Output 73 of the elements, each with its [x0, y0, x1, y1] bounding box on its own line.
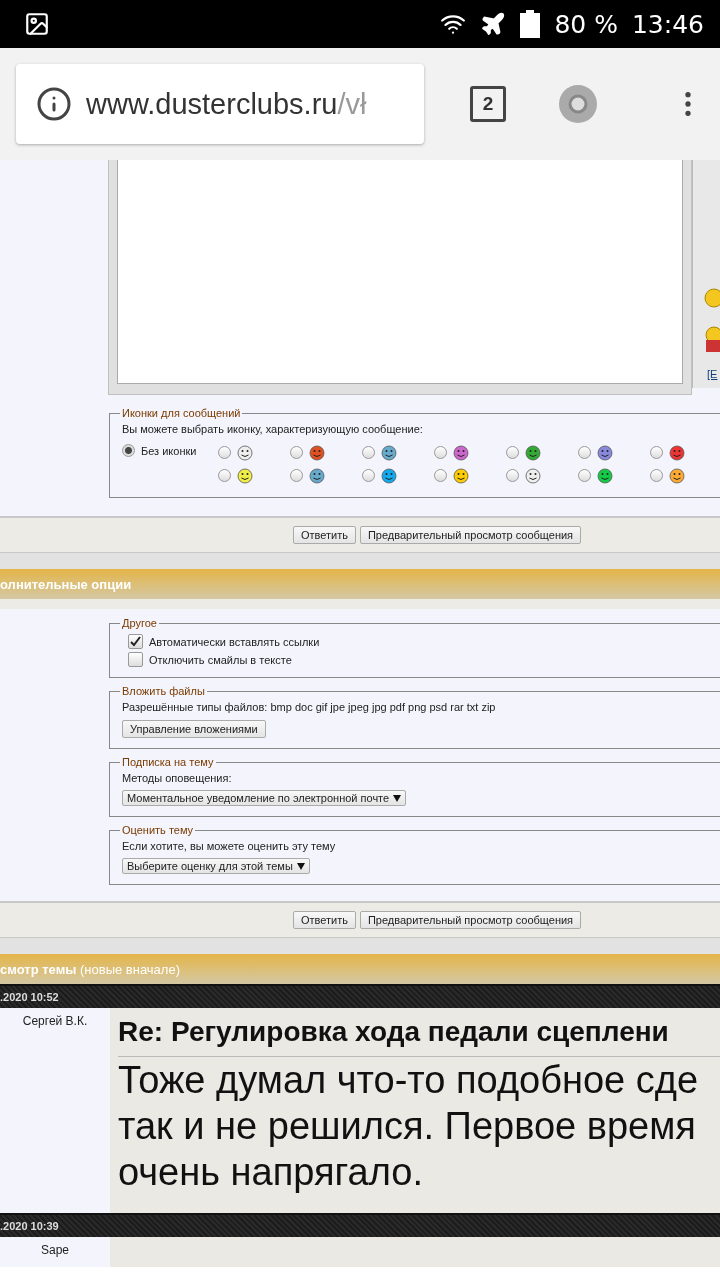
- checkbox[interactable]: [128, 634, 143, 649]
- radio-button[interactable]: [362, 446, 375, 459]
- post-text: так и не решился. Первое время: [118, 1104, 697, 1149]
- airplane-icon: [480, 11, 507, 37]
- radio-label: Без иконки: [141, 444, 197, 457]
- address-bar[interactable]: www.dusterclubs.ru/vł: [16, 64, 424, 144]
- message-icon: [309, 467, 325, 484]
- author-name[interactable]: Сергей В.К.: [22, 1014, 88, 1030]
- radio-button[interactable]: [218, 469, 231, 482]
- radio-button[interactable]: [434, 469, 447, 482]
- radio-button[interactable]: [362, 469, 375, 482]
- post-date-bar: .2020 10:39: [0, 1213, 720, 1237]
- checkbox[interactable]: [128, 652, 143, 667]
- radio-button[interactable]: [650, 469, 663, 482]
- notification-select[interactable]: Моментальное уведомление по электронной почте: [122, 790, 407, 806]
- group-legend: Подписка на тему: [120, 756, 216, 768]
- message-icon: [309, 444, 325, 461]
- message-icon: [669, 467, 685, 484]
- radio-button[interactable]: [290, 469, 303, 482]
- preview-button[interactable]: Предварительный просмотр сообщения: [359, 526, 582, 544]
- clock: 13:46: [631, 9, 704, 39]
- manage-attachments-button[interactable]: Управление вложениями: [122, 720, 266, 738]
- section-header: смотр темы (новые вначале): [0, 954, 720, 984]
- radio-button[interactable]: [434, 446, 447, 459]
- message-icon: [597, 444, 613, 461]
- message-icon: [381, 467, 397, 484]
- author-name[interactable]: Sape: [41, 1243, 69, 1259]
- message-icon: [525, 467, 541, 484]
- caret-icon: [393, 794, 402, 802]
- post-date-bar: .2020 10:52: [0, 984, 720, 1008]
- allowed-types-text: Разрешённые типы файлов: bmp doc gif jpe jpeg jpg pdf png psd rar txt zip: [122, 701, 497, 713]
- group-legend: Другое: [120, 617, 159, 629]
- message-icon: [453, 444, 469, 461]
- group-legend: Оценить тему: [120, 824, 196, 836]
- radio-button[interactable]: [506, 469, 519, 482]
- rating-select[interactable]: Выберите оценку для этой темы: [122, 858, 310, 874]
- group-legend: Вложить файлы: [120, 685, 207, 697]
- battery-icon: [520, 10, 541, 38]
- radio-button[interactable]: [218, 446, 231, 459]
- caret-icon: [296, 862, 305, 870]
- reply-button[interactable]: Ответить: [292, 526, 356, 544]
- radio-button[interactable]: [122, 444, 135, 457]
- checkbox-label: Автоматически вставлять ссылки: [149, 635, 320, 648]
- radio-button[interactable]: [650, 446, 663, 459]
- reply-button[interactable]: Ответить: [292, 911, 356, 929]
- info-icon: [36, 86, 72, 122]
- hint-text: Вы можете выбрать иконку, характеризующую сообщение:: [122, 423, 424, 435]
- post-text: Тоже думал что-то подобное сде: [118, 1058, 700, 1103]
- section-header: олнительные опции: [0, 569, 720, 599]
- field-label: Если хотите, вы можете оценить эту тему: [122, 840, 337, 852]
- message-icon: [453, 467, 469, 484]
- post-title: Re: Регулировка хода педали сцеплени: [118, 1016, 720, 1057]
- tab-count-button[interactable]: 2: [470, 86, 506, 122]
- message-icon: [525, 444, 541, 461]
- preview-button[interactable]: Предварительный просмотр сообщения: [359, 911, 582, 929]
- message-icon: [237, 444, 253, 461]
- message-icon: [669, 444, 685, 461]
- radio-button[interactable]: [506, 446, 519, 459]
- message-icon: [381, 444, 397, 461]
- checkbox-label: Отключить смайлы в тексте: [149, 653, 292, 666]
- message-icon: [237, 467, 253, 484]
- url-text: www.dusterclubs.ru/vł: [86, 87, 367, 121]
- more-smilies-link[interactable]: [Е: [707, 368, 718, 380]
- radio-button[interactable]: [578, 469, 591, 482]
- image-icon: [24, 11, 50, 37]
- battery-percent: 80 %: [554, 9, 618, 39]
- radio-button[interactable]: [578, 446, 591, 459]
- browser-logo-icon[interactable]: [558, 84, 598, 124]
- post-text: очень напрягало.: [118, 1150, 424, 1195]
- field-label: Методы оповещения:: [122, 772, 233, 784]
- message-icon: [597, 467, 613, 484]
- group-legend: Иконки для сообщений: [120, 407, 243, 419]
- radio-button[interactable]: [290, 446, 303, 459]
